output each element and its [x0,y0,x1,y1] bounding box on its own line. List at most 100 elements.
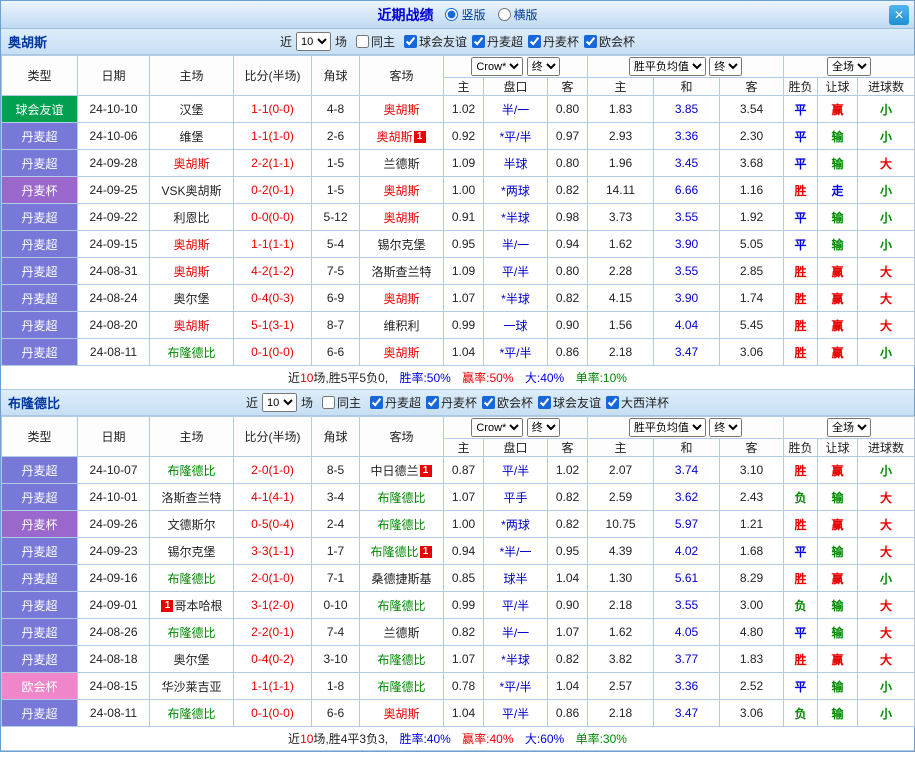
team-name: 奥胡斯 [173,264,210,279]
result-cell: 胜 [783,456,819,484]
asian-handicap-result: 输 [817,230,859,258]
odds-handicap: 半球 [483,149,548,177]
result-cell: 胜 [783,564,819,592]
avg-select-cell: 胜平负均值 终 [587,416,785,439]
away-team: 锡尔克堡 [359,230,444,258]
avg-away: 5.45 [719,311,785,339]
league-checkbox[interactable] [482,395,496,409]
odds-home: 0.94 [443,537,484,565]
league-checkbox[interactable] [403,34,417,48]
odds-time-select[interactable]: 终 [526,57,560,76]
avg-home: 1.30 [587,564,655,592]
team-name: 布隆德比 [167,345,216,360]
avg-type-select[interactable]: 胜平负均值 [628,418,706,437]
summary-count: 10 [300,732,314,746]
league-filter[interactable]: 欧会杯 [584,33,635,50]
league-filter[interactable]: 丹麦超 [472,33,523,50]
odds-source-select[interactable]: Crow* [471,57,524,76]
avg-draw: 3.55 [653,257,721,285]
avg-home: 2.18 [587,699,655,727]
team-name: 锡尔克堡 [167,544,216,559]
team-name: 利恩比 [173,210,210,225]
avg-type-select[interactable]: 胜平负均值 [628,57,706,76]
corner-count: 1-5 [311,149,360,177]
league-filter[interactable]: 丹麦杯 [528,33,579,50]
same-home-filter[interactable]: 同主 [321,394,361,411]
league-checkbox[interactable] [472,34,485,48]
league-checkbox[interactable] [426,395,439,409]
team-name: 奥尔堡 [173,291,210,306]
goals-result: 小 [857,699,915,727]
league-label: 欧会杯 [497,395,534,410]
col-header-away: 客场 [359,55,444,96]
summary-big-rate: 大:60% [524,732,565,746]
league-filter[interactable]: 丹麦杯 [426,394,477,411]
avg-time-select[interactable]: 终 [709,57,743,76]
layout-vertical-option[interactable]: 竖版 [445,6,486,23]
league-checkbox[interactable] [528,34,542,48]
home-team: 奥尔堡 [149,284,234,312]
league-type: 丹麦超 [1,645,78,673]
odds-handicap: *两球 [483,176,548,204]
match-count-select[interactable]: 10 [295,32,331,51]
league-type: 球会友谊 [1,95,78,123]
match-row: 丹麦杯 24-09-26 文德斯尔 0-5(0-4) 2-4 布隆德比 1.00 *两球 0.8… [1,510,915,538]
match-score: 3-3(1-1) [233,537,312,565]
league-label: 球会友谊 [418,34,467,49]
avg-draw: 3.47 [653,699,721,727]
match-count-select[interactable]: 10 [261,393,297,412]
league-checkbox[interactable] [369,395,383,409]
goals-result: 小 [857,564,915,592]
home-team: 奥尔堡 [149,645,234,673]
league-checkbox[interactable] [538,395,552,409]
avg-time-select[interactable]: 终 [709,418,743,437]
odds-handicap: *半球 [483,645,548,673]
layout-horizontal-option[interactable]: 横版 [497,6,538,23]
scope-select[interactable]: 全场 [827,57,872,76]
asian-handicap-result: 输 [817,618,859,646]
away-team: 奥胡斯 1 [359,122,444,150]
odds-source-select[interactable]: Crow* [471,418,524,437]
team-name: 兰德斯 [383,625,420,640]
horizontal-radio[interactable] [497,8,511,21]
avg-draw: 3.90 [653,230,721,258]
league-filter[interactable]: 球会友谊 [538,394,601,411]
avg-away: 8.29 [719,564,785,592]
odds-handicap: 半/一 [483,95,548,123]
result-cell: 胜 [783,510,819,538]
scope-select[interactable]: 全场 [827,418,872,437]
same-home-checkbox[interactable] [321,396,335,409]
avg-away: 3.06 [719,338,785,366]
odds-away: 0.82 [546,645,589,673]
result-cell: 平 [783,122,819,150]
odds-handicap: 平/半 [483,257,548,285]
odds-select-cell: Crow* 终 [442,416,589,439]
odds-away: 0.90 [546,311,589,339]
asian-handicap-result: 输 [817,591,859,619]
league-checkbox[interactable] [584,34,598,48]
match-date: 24-08-31 [77,257,150,285]
result-cell: 胜 [783,338,819,366]
league-checkbox[interactable] [606,395,620,409]
odds-time-select[interactable]: 终 [526,418,560,437]
team-name: 布隆德比 [167,706,216,721]
odds-away: 0.94 [546,230,589,258]
summary-bar: 近10场,胜4平3负3, 胜率:40% 赢率:40% 大:60% 单率:30% [1,727,914,751]
same-home-filter[interactable]: 同主 [355,33,395,50]
match-row: 丹麦超 24-09-01 1 哥本哈根 3-1(2-0) 0-10 布隆德比 0.99 平/半 0… [1,591,915,619]
odds-away: 0.82 [546,483,589,511]
avg-draw: 6.66 [653,176,721,204]
league-filter[interactable]: 欧会杯 [482,394,533,411]
home-team: 锡尔克堡 [149,537,234,565]
same-home-checkbox[interactable] [355,35,369,48]
goals-result: 大 [857,645,915,673]
close-button[interactable]: ✕ [889,5,909,25]
league-filter[interactable]: 丹麦超 [369,394,421,411]
home-team: 利恩比 [149,203,234,231]
home-team: 布隆德比 [149,456,234,484]
league-type: 丹麦超 [1,257,78,285]
col-header-result: 胜负 [783,77,819,96]
league-filter[interactable]: 大西洋杯 [606,394,669,411]
vertical-radio[interactable] [445,8,459,21]
league-filter[interactable]: 球会友谊 [403,33,467,50]
